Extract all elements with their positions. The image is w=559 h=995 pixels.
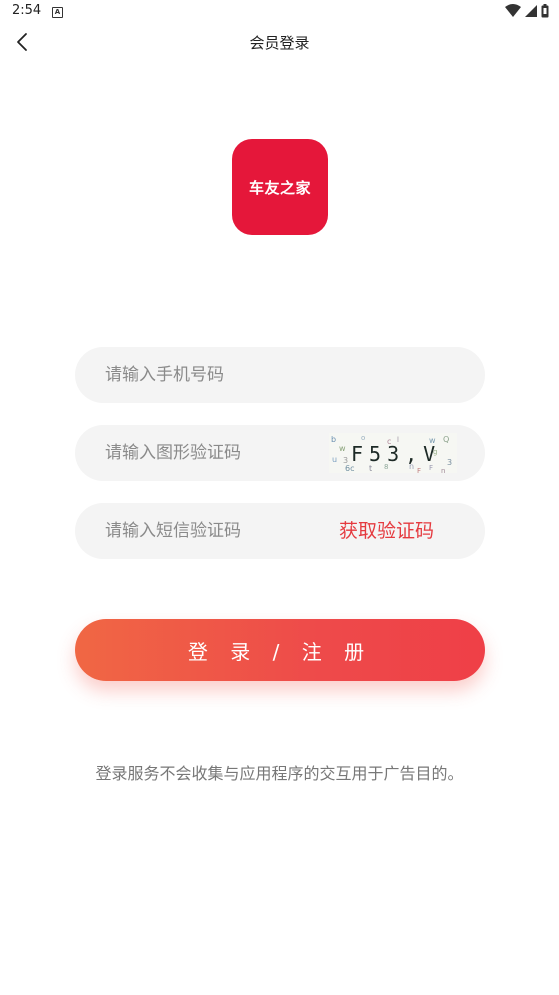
battery-icon	[541, 4, 549, 18]
get-sms-code-button[interactable]: 获取验证码	[339, 503, 434, 559]
status-icons	[502, 4, 549, 20]
status-time: 2:54	[12, 3, 42, 18]
captcha-text: F53,V	[351, 442, 441, 466]
nav-bar: 会员登录	[0, 24, 559, 60]
status-bar: 2:54 A	[0, 0, 559, 24]
svg-text:o: o	[361, 434, 365, 442]
app-logo-text: 车友之家	[248, 178, 311, 197]
svg-text:F: F	[417, 467, 421, 473]
captcha-image[interactable]: b w u 3 6c o t 8 c l n F w Q g 3 n F F53…	[329, 433, 457, 475]
svg-text:Q: Q	[443, 435, 449, 444]
sms-code-input[interactable]	[105, 503, 335, 559]
captcha-input[interactable]	[105, 425, 335, 481]
captcha-field-container: b w u 3 6c o t 8 c l n F w Q g 3 n F F53…	[75, 425, 485, 481]
app-logo: 车友之家	[232, 139, 328, 235]
notification-icon: A	[52, 7, 63, 18]
phone-field-container	[75, 347, 485, 403]
svg-text:u: u	[332, 455, 337, 464]
svg-text:b: b	[331, 435, 336, 444]
svg-text:w: w	[339, 444, 346, 453]
login-register-button[interactable]: 登 录 / 注 册	[75, 619, 485, 681]
wifi-icon	[505, 4, 521, 17]
sms-field-container: 获取验证码	[75, 503, 485, 559]
svg-text:3: 3	[447, 458, 452, 467]
captcha-graphic: b w u 3 6c o t 8 c l n F w Q g 3 n F F53…	[331, 434, 452, 475]
cellular-signal-icon	[525, 5, 537, 17]
phone-input[interactable]	[105, 347, 335, 403]
svg-text:n: n	[441, 467, 445, 473]
page-title: 会员登录	[249, 34, 310, 52]
privacy-notice: 登录服务不会收集与应用程序的交互用于广告目的。	[95, 764, 464, 783]
